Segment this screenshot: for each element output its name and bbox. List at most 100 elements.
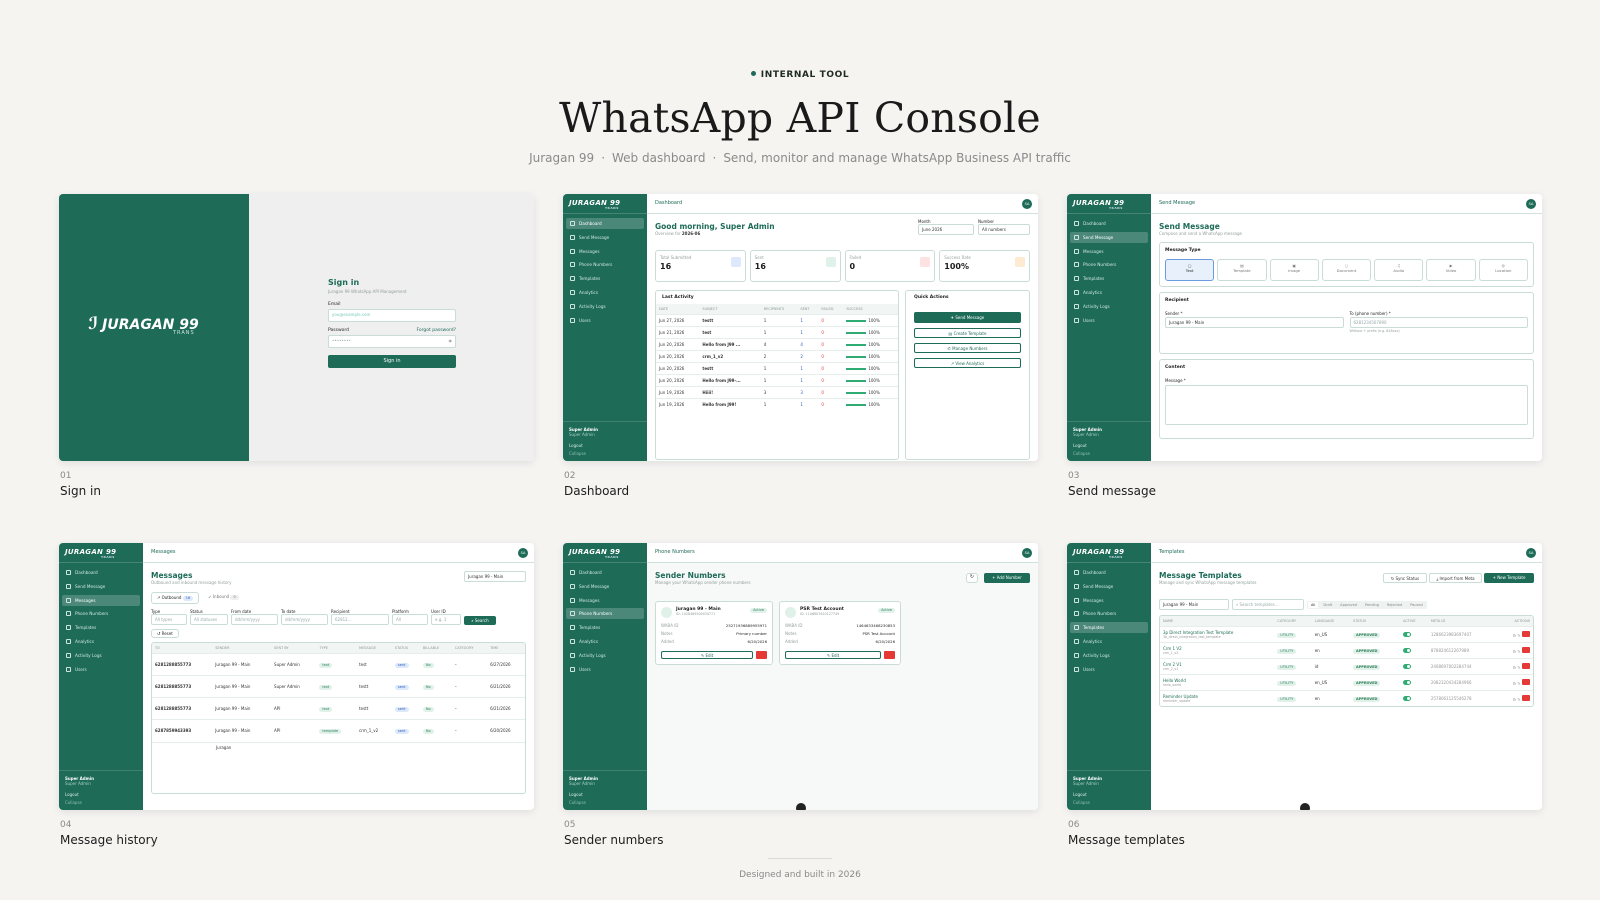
logout-button[interactable]: Logout <box>569 443 641 448</box>
email-field[interactable]: you@example.com <box>328 309 456 322</box>
table-row[interactable]: Jun 20, 2026 Hello from J99-... 1 1 0 100% <box>656 374 898 387</box>
refresh-icon[interactable]: ↻ <box>966 573 978 583</box>
sidebar-item-users[interactable]: Users <box>566 664 644 675</box>
quick-create-template-button[interactable]: ▤ Create Template <box>914 328 1021 338</box>
table-row[interactable]: Reminder Update reminder_update UTILITY en A… <box>1160 690 1533 706</box>
from-date-input[interactable]: dd/mm/yyyy <box>231 614 278 625</box>
table-row[interactable]: Jun 20, 2026 testt 1 1 0 100% <box>656 362 898 375</box>
collapse-button[interactable]: Collapse <box>65 800 137 805</box>
sidebar-item-dashboard[interactable]: Dashboard <box>566 567 644 578</box>
table-row[interactable]: 6281288855773 Juragan 99 - Main API text tes… <box>152 697 525 720</box>
recipient-input[interactable]: 62812... <box>331 614 389 625</box>
sync-status-button[interactable]: ↻ Sync Status <box>1383 573 1427 583</box>
user-id-input[interactable]: e.g. 1 <box>431 614 461 625</box>
logout-button[interactable]: Logout <box>1073 443 1145 448</box>
table-row[interactable]: Jun 19, 2026 Hiiii! 3 3 0 100% <box>656 386 898 399</box>
sidebar-item-phone-numbers[interactable]: Phone Numbers <box>566 608 644 620</box>
delete-icon[interactable] <box>884 651 895 659</box>
collapse-button[interactable]: Collapse <box>569 451 641 456</box>
type-text-button[interactable]: ▢ Text <box>1165 259 1215 281</box>
type-template-button[interactable]: ▤ Template <box>1217 259 1267 281</box>
sender-select[interactable]: Juragan 99 - Main <box>1165 317 1344 328</box>
filter-tab[interactable]: Rejected <box>1384 602 1405 608</box>
number-select[interactable]: All numbers <box>978 224 1030 235</box>
table-row[interactable]: 6281288855773 Juragan 99 - Main Super Admi… <box>152 675 525 698</box>
edit-button[interactable]: ✎ Edit <box>661 651 753 659</box>
filter-tab[interactable]: All <box>1308 601 1319 608</box>
new-template-button[interactable]: + New Template <box>1484 573 1534 583</box>
sidebar-item-activity-logs[interactable]: Activity Logs <box>1070 650 1148 661</box>
sidebar-item-phone-numbers[interactable]: Phone Numbers <box>1070 259 1148 270</box>
sidebar-item-dashboard[interactable]: Dashboard <box>1070 218 1148 229</box>
logout-button[interactable]: Logout <box>1073 792 1145 797</box>
sidebar-item-activity-logs[interactable]: Activity Logs <box>566 301 644 312</box>
sidebar-item-activity-logs[interactable]: Activity Logs <box>1070 301 1148 312</box>
sidebar-item-analytics[interactable]: Analytics <box>566 636 644 647</box>
forgot-password-link[interactable]: Forgot password? <box>416 328 456 333</box>
sender-select[interactable]: Juragan 99 - Main <box>1159 599 1229 610</box>
tab-inbound[interactable]: ↙ Inbound 0 <box>203 592 243 604</box>
quick-view-analytics-button[interactable]: ↗ View Analytics <box>914 358 1021 368</box>
month-select[interactable]: June 2026 <box>918 224 974 235</box>
table-row[interactable]: Jun 27, 2026 testt 1 1 0 100% <box>656 314 898 327</box>
active-toggle[interactable] <box>1403 647 1412 653</box>
type-image-button[interactable]: ▣ Image <box>1269 259 1319 281</box>
sidebar-item-templates[interactable]: Templates <box>566 273 644 284</box>
type-video-button[interactable]: ▶ Video <box>1426 259 1476 281</box>
sidebar-item-messages[interactable]: Messages <box>1070 246 1148 257</box>
table-row[interactable]: 3p Direct Integration Test Template 3p_di… <box>1160 626 1533 643</box>
collapse-button[interactable]: Collapse <box>569 800 641 805</box>
sidebar-item-analytics[interactable]: Analytics <box>1070 636 1148 647</box>
add-number-button[interactable]: + Add Number <box>984 573 1030 583</box>
active-toggle[interactable] <box>1403 631 1412 637</box>
sidebar-item-templates[interactable]: Templates <box>566 622 644 633</box>
sidebar-item-analytics[interactable]: Analytics <box>1070 287 1148 298</box>
type-audio-button[interactable]: ♫ Audio <box>1374 259 1424 281</box>
eye-icon[interactable]: ◉ <box>449 338 453 343</box>
active-toggle[interactable] <box>1403 663 1412 669</box>
filter-tab[interactable]: Paused <box>1407 602 1426 608</box>
table-row[interactable]: 6281288855773 Juragan 99 - Main Super Admi… <box>152 653 525 676</box>
table-row[interactable]: Jun 21, 2026 test 1 1 0 100% <box>656 326 898 339</box>
type-filter[interactable]: All types <box>151 614 187 625</box>
sidebar-item-send-message[interactable]: Send Message <box>566 581 644 592</box>
sidebar-item-activity-logs[interactable]: Activity Logs <box>62 650 140 661</box>
table-row[interactable]: Jun 19, 2026 Hello from J99! 1 1 0 100% <box>656 398 898 410</box>
to-phone-input[interactable]: 6281234567890 <box>1349 317 1528 328</box>
sidebar-item-phone-numbers[interactable]: Phone Numbers <box>566 259 644 270</box>
sidebar-item-messages[interactable]: Messages <box>566 595 644 606</box>
sidebar-item-templates[interactable]: Templates <box>62 622 140 633</box>
sidebar-item-templates[interactable]: Templates <box>1070 273 1148 284</box>
sidebar-item-dashboard[interactable]: Dashboard <box>62 567 140 578</box>
edit-button[interactable]: ✎ Edit <box>785 651 881 659</box>
active-toggle[interactable] <box>1403 695 1412 701</box>
sidebar-item-analytics[interactable]: Analytics <box>62 636 140 647</box>
sidebar-item-activity-logs[interactable]: Activity Logs <box>566 650 644 661</box>
sidebar-item-templates[interactable]: Templates <box>1070 622 1148 634</box>
table-row[interactable]: Crm 2 V1 crm_2_v1 UTILITY id APPROVED 2408697… <box>1160 658 1533 675</box>
logout-button[interactable]: Logout <box>569 792 641 797</box>
type-location-button[interactable]: ◎ Location <box>1478 259 1528 281</box>
sidebar-item-users[interactable]: Users <box>1070 315 1148 326</box>
sidebar-item-send-message[interactable]: Send Message <box>1070 581 1148 592</box>
logout-button[interactable]: Logout <box>65 792 137 797</box>
quick-manage-numbers-button[interactable]: ✆ Manage Numbers <box>914 343 1021 353</box>
sidebar-item-send-message[interactable]: Send Message <box>1070 231 1148 243</box>
delete-icon[interactable] <box>1522 647 1530 653</box>
delete-icon[interactable] <box>756 651 767 659</box>
sidebar-item-users[interactable]: Users <box>566 315 644 326</box>
sidebar-item-analytics[interactable]: Analytics <box>566 287 644 298</box>
sidebar-item-send-message[interactable]: Send Message <box>62 581 140 592</box>
delete-icon[interactable] <box>1522 695 1530 701</box>
table-row[interactable]: Hello World hello_world UTILITY en_US APPROV… <box>1160 674 1533 691</box>
avatar[interactable]: SA <box>1022 548 1032 558</box>
sidebar-item-dashboard[interactable]: Dashboard <box>566 218 644 229</box>
sidebar-item-messages[interactable]: Messages <box>566 246 644 257</box>
signin-button[interactable]: Sign in <box>328 355 456 368</box>
search-button[interactable]: ⌕ Search <box>464 616 496 625</box>
avatar[interactable]: SA <box>1526 199 1536 209</box>
filter-tab[interactable]: Draft <box>1320 602 1335 608</box>
message-textarea[interactable] <box>1165 385 1528 425</box>
active-toggle[interactable] <box>1403 679 1412 685</box>
sidebar-item-users[interactable]: Users <box>1070 664 1148 675</box>
